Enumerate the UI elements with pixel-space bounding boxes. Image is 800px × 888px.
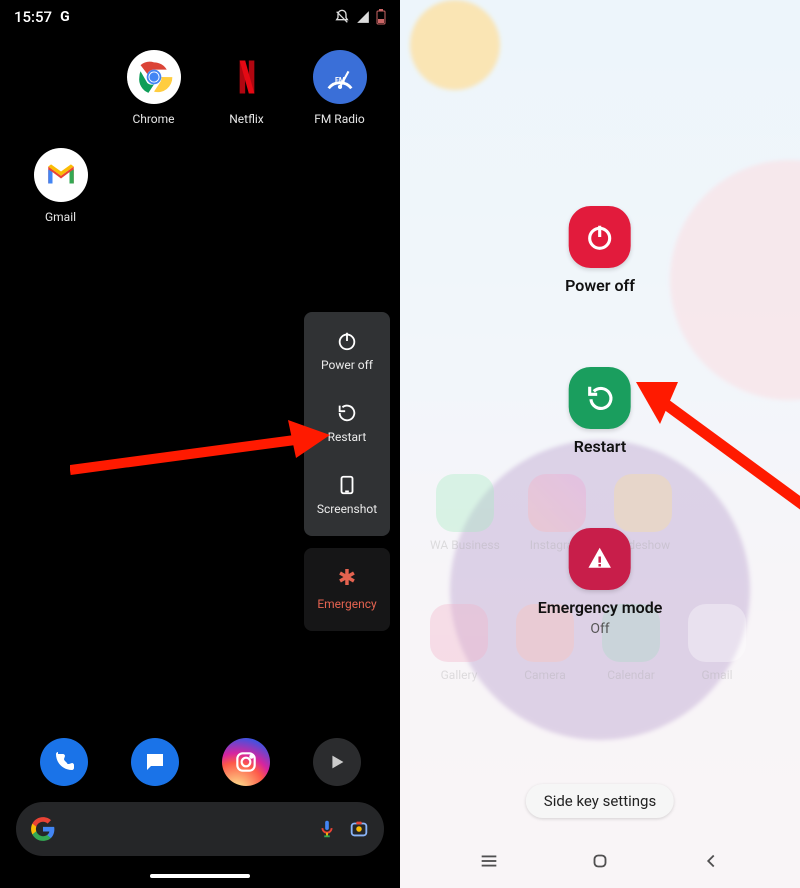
power-menu-card: Power off Restart Screenshot <box>304 312 390 536</box>
gesture-handle[interactable] <box>150 874 250 878</box>
right-phone-screenshot: WA Business Instagram Slideshow Gallery … <box>400 0 800 888</box>
signal-icon <box>356 10 370 24</box>
dock <box>0 738 400 786</box>
app-chrome[interactable]: Chrome <box>107 50 200 126</box>
emergency-icon: ✱ <box>338 566 356 591</box>
emergency-label: Emergency <box>317 597 376 611</box>
battery-icon <box>376 9 386 25</box>
dock-play[interactable] <box>313 738 361 786</box>
app-label: FM Radio <box>314 112 365 126</box>
power-icon <box>336 330 358 352</box>
status-bar: 15:57 G <box>0 0 400 26</box>
lens-icon[interactable] <box>348 818 370 840</box>
samsung-power-menu: Power off Restart Emergency mode Off <box>538 206 663 637</box>
home-apps-grid: Chrome Netflix FM FM Radio Gmail <box>0 26 400 224</box>
google-g-icon <box>30 816 56 842</box>
side-key-settings-button[interactable]: Side key settings <box>526 784 674 818</box>
screenshot-icon <box>336 474 358 496</box>
mic-icon[interactable] <box>316 818 338 840</box>
svg-text:FM: FM <box>334 76 344 85</box>
restart-icon <box>336 402 358 424</box>
fmradio-icon: FM <box>313 50 367 104</box>
power-off-label: Power off <box>321 358 373 372</box>
dnd-icon <box>334 9 350 25</box>
app-label: Chrome <box>132 112 174 126</box>
dock-instagram[interactable] <box>222 738 270 786</box>
left-phone-screenshot: 15:57 G <box>0 0 400 888</box>
netflix-icon <box>220 50 274 104</box>
power-icon <box>569 206 631 268</box>
restart-icon <box>569 367 631 429</box>
power-off-label: Power off <box>565 276 635 295</box>
side-key-label: Side key settings <box>544 792 656 810</box>
dock-messages[interactable] <box>131 738 179 786</box>
search-bar[interactable] <box>16 802 384 856</box>
recents-button[interactable] <box>478 850 500 876</box>
screenshot-option[interactable]: Screenshot <box>304 460 390 532</box>
emergency-card: ✱ Emergency <box>304 548 390 631</box>
home-button[interactable] <box>589 850 611 876</box>
power-menu: Power off Restart Screenshot ✱ <box>304 312 390 631</box>
restart-label: Restart <box>574 437 627 456</box>
emergency-icon <box>569 528 631 590</box>
restart-option[interactable]: Restart <box>569 367 631 456</box>
app-label: Gmail <box>45 210 76 224</box>
phone-icon <box>40 738 88 786</box>
power-off-option[interactable]: Power off <box>304 316 390 388</box>
emergency-option[interactable]: ✱ Emergency <box>304 552 390 627</box>
annotation-arrow-left <box>70 420 330 494</box>
emergency-sub: Off <box>590 621 609 637</box>
status-time: 15:57 <box>14 8 52 26</box>
nav-bar <box>400 850 800 876</box>
screenshot-label: Screenshot <box>317 502 377 516</box>
google-badge: G <box>60 9 70 25</box>
app-gmail[interactable]: Gmail <box>14 148 107 224</box>
restart-option[interactable]: Restart <box>304 388 390 460</box>
messages-icon <box>131 738 179 786</box>
back-button[interactable] <box>700 850 722 876</box>
emergency-label: Emergency mode <box>538 598 663 617</box>
app-fmradio[interactable]: FM FM Radio <box>293 50 386 126</box>
chrome-icon <box>127 50 181 104</box>
app-netflix[interactable]: Netflix <box>200 50 293 126</box>
play-icon <box>313 738 361 786</box>
dock-phone[interactable] <box>40 738 88 786</box>
gmail-icon <box>34 148 88 202</box>
app-label: Netflix <box>229 112 264 126</box>
emergency-option[interactable]: Emergency mode Off <box>538 528 663 637</box>
instagram-icon <box>222 738 270 786</box>
restart-label: Restart <box>328 430 367 444</box>
power-off-option[interactable]: Power off <box>565 206 635 295</box>
